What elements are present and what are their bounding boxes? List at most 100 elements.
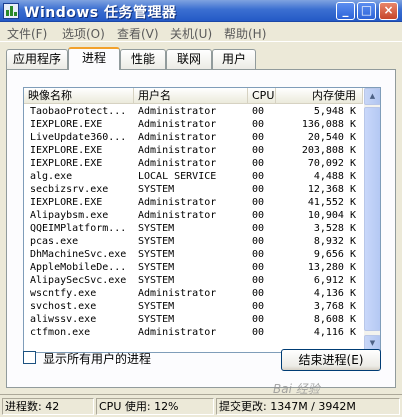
process-cpu: 00 <box>252 249 265 260</box>
menu-bar: 文件(F) 选项(O) 查看(V) 关机(U) 帮助(H) <box>0 23 402 42</box>
menu-shutdown[interactable]: 关机(U) <box>170 25 212 42</box>
process-user: SYSTEM <box>138 223 175 234</box>
maximize-button[interactable]: □ <box>357 2 376 20</box>
process-row[interactable]: LiveUpdate360... Administrator 00 20,540 K <box>24 131 363 144</box>
process-user: SYSTEM <box>138 249 175 260</box>
process-row[interactable]: QQEIMPlatform... SYSTEM 00 3,528 K <box>24 222 363 235</box>
menu-help[interactable]: 帮助(H) <box>224 25 266 42</box>
process-cpu: 00 <box>252 197 265 208</box>
process-user: Administrator <box>138 119 217 130</box>
process-row[interactable]: pcas.exe SYSTEM 00 8,932 K <box>24 235 363 248</box>
process-user: Administrator <box>138 106 217 117</box>
process-memory: 4,136 K <box>313 288 356 299</box>
process-cpu: 00 <box>252 171 265 182</box>
process-user: Administrator <box>138 210 217 221</box>
process-user: Administrator <box>138 132 217 143</box>
process-rows: TaobaoProtect... Administrator 00 5,948 K IE… <box>24 105 363 339</box>
process-cpu: 00 <box>252 184 265 195</box>
status-cpu-usage: CPU 使用: 12% <box>96 398 214 415</box>
scroll-thumb[interactable] <box>364 107 380 331</box>
task-manager-icon <box>3 3 19 19</box>
column-cpu[interactable]: CPU <box>248 88 276 104</box>
process-memory: 136,088 K <box>301 119 356 130</box>
title-bar[interactable]: Windows 任务管理器 _ □ × <box>0 0 402 22</box>
column-user-name[interactable]: 用户名 <box>134 88 248 104</box>
show-all-users-label[interactable]: 显示所有用户的进程 <box>43 350 151 367</box>
process-name: LiveUpdate360... <box>30 132 127 143</box>
process-user: LOCAL SERVICE <box>138 171 217 182</box>
tab-applications[interactable]: 应用程序 <box>6 49 68 69</box>
process-name: Alipaybsm.exe <box>30 210 109 221</box>
process-memory: 10,904 K <box>307 210 356 221</box>
process-user: Administrator <box>138 145 217 156</box>
process-row[interactable]: secbizsrv.exe SYSTEM 00 12,368 K <box>24 183 363 196</box>
process-memory: 13,280 K <box>307 262 356 273</box>
process-name: ctfmon.exe <box>30 327 91 338</box>
tab-networking[interactable]: 联网 <box>166 49 212 69</box>
column-image-name[interactable]: 映像名称 <box>24 88 134 104</box>
process-name: pcas.exe <box>30 236 79 247</box>
process-cpu: 00 <box>252 223 265 234</box>
end-process-button[interactable]: 结束进程(E) <box>281 349 381 371</box>
menu-options[interactable]: 选项(O) <box>62 25 105 42</box>
menu-file[interactable]: 文件(F) <box>7 25 47 42</box>
process-row[interactable]: TaobaoProtect... Administrator 00 5,948 K <box>24 105 363 118</box>
process-row[interactable]: alg.exe LOCAL SERVICE 00 4,488 K <box>24 170 363 183</box>
tab-performance[interactable]: 性能 <box>120 49 166 69</box>
process-cpu: 00 <box>252 301 265 312</box>
process-name: wscntfy.exe <box>30 288 97 299</box>
process-cpu: 00 <box>252 132 265 143</box>
process-name: alg.exe <box>30 171 73 182</box>
process-name: AlipaySecSvc.exe <box>30 275 127 286</box>
process-row[interactable]: DhMachineSvc.exe SYSTEM 00 9,656 K <box>24 248 363 261</box>
process-row[interactable]: Alipaybsm.exe Administrator 00 10,904 K <box>24 209 363 222</box>
process-row[interactable]: svchost.exe SYSTEM 00 3,768 K <box>24 300 363 313</box>
show-all-users-checkbox[interactable] <box>23 351 36 364</box>
process-memory: 5,948 K <box>313 106 356 117</box>
process-cpu: 00 <box>252 210 265 221</box>
process-row[interactable]: IEXPLORE.EXE Administrator 00 41,552 K <box>24 196 363 209</box>
process-row[interactable]: AlipaySecSvc.exe SYSTEM 00 6,912 K <box>24 274 363 287</box>
process-memory: 12,368 K <box>307 184 356 195</box>
close-button[interactable]: × <box>379 2 398 20</box>
process-name: DhMachineSvc.exe <box>30 249 127 260</box>
minimize-button[interactable]: _ <box>336 2 355 20</box>
process-cpu: 00 <box>252 145 265 156</box>
process-row[interactable]: wscntfy.exe Administrator 00 4,136 K <box>24 287 363 300</box>
process-row[interactable]: IEXPLORE.EXE Administrator 00 70,092 K <box>24 157 363 170</box>
column-memory[interactable]: 内存使用 <box>276 88 363 104</box>
process-row[interactable]: aliwssv.exe SYSTEM 00 8,608 K <box>24 313 363 326</box>
process-memory: 3,768 K <box>313 301 356 312</box>
process-user: Administrator <box>138 158 217 169</box>
process-name: aliwssv.exe <box>30 314 97 325</box>
vertical-scrollbar[interactable]: ▲ ▼ <box>364 88 380 352</box>
process-row[interactable]: IEXPLORE.EXE Administrator 00 203,808 K <box>24 144 363 157</box>
process-cpu: 00 <box>252 106 265 117</box>
scroll-up-arrow-icon[interactable]: ▲ <box>364 88 380 105</box>
process-row[interactable]: AppleMobileDe... SYSTEM 00 13,280 K <box>24 261 363 274</box>
tab-users[interactable]: 用户 <box>212 49 256 69</box>
column-headers: 映像名称 用户名 CPU 内存使用 <box>24 88 363 104</box>
process-row[interactable]: ctfmon.exe Administrator 00 4,116 K <box>24 326 363 339</box>
process-memory: 6,912 K <box>313 275 356 286</box>
process-name: IEXPLORE.EXE <box>30 145 103 156</box>
process-memory: 4,116 K <box>313 327 356 338</box>
process-user: SYSTEM <box>138 301 175 312</box>
process-memory: 4,488 K <box>313 171 356 182</box>
process-row[interactable]: IEXPLORE.EXE Administrator 00 136,088 K <box>24 118 363 131</box>
process-name: secbizsrv.exe <box>30 184 109 195</box>
process-user: SYSTEM <box>138 236 175 247</box>
process-user: SYSTEM <box>138 184 175 195</box>
process-cpu: 00 <box>252 119 265 130</box>
process-user: SYSTEM <box>138 275 175 286</box>
process-memory: 3,528 K <box>313 223 356 234</box>
process-name: IEXPLORE.EXE <box>30 158 103 169</box>
process-memory: 8,608 K <box>313 314 356 325</box>
process-name: IEXPLORE.EXE <box>30 197 103 208</box>
tab-processes[interactable]: 进程 <box>68 47 120 70</box>
window-title: Windows 任务管理器 <box>24 5 177 21</box>
process-cpu: 00 <box>252 158 265 169</box>
menu-view[interactable]: 查看(V) <box>117 25 159 42</box>
process-list[interactable]: 映像名称 用户名 CPU 内存使用 TaobaoProtect... Admini… <box>23 87 381 353</box>
process-user: Administrator <box>138 197 217 208</box>
